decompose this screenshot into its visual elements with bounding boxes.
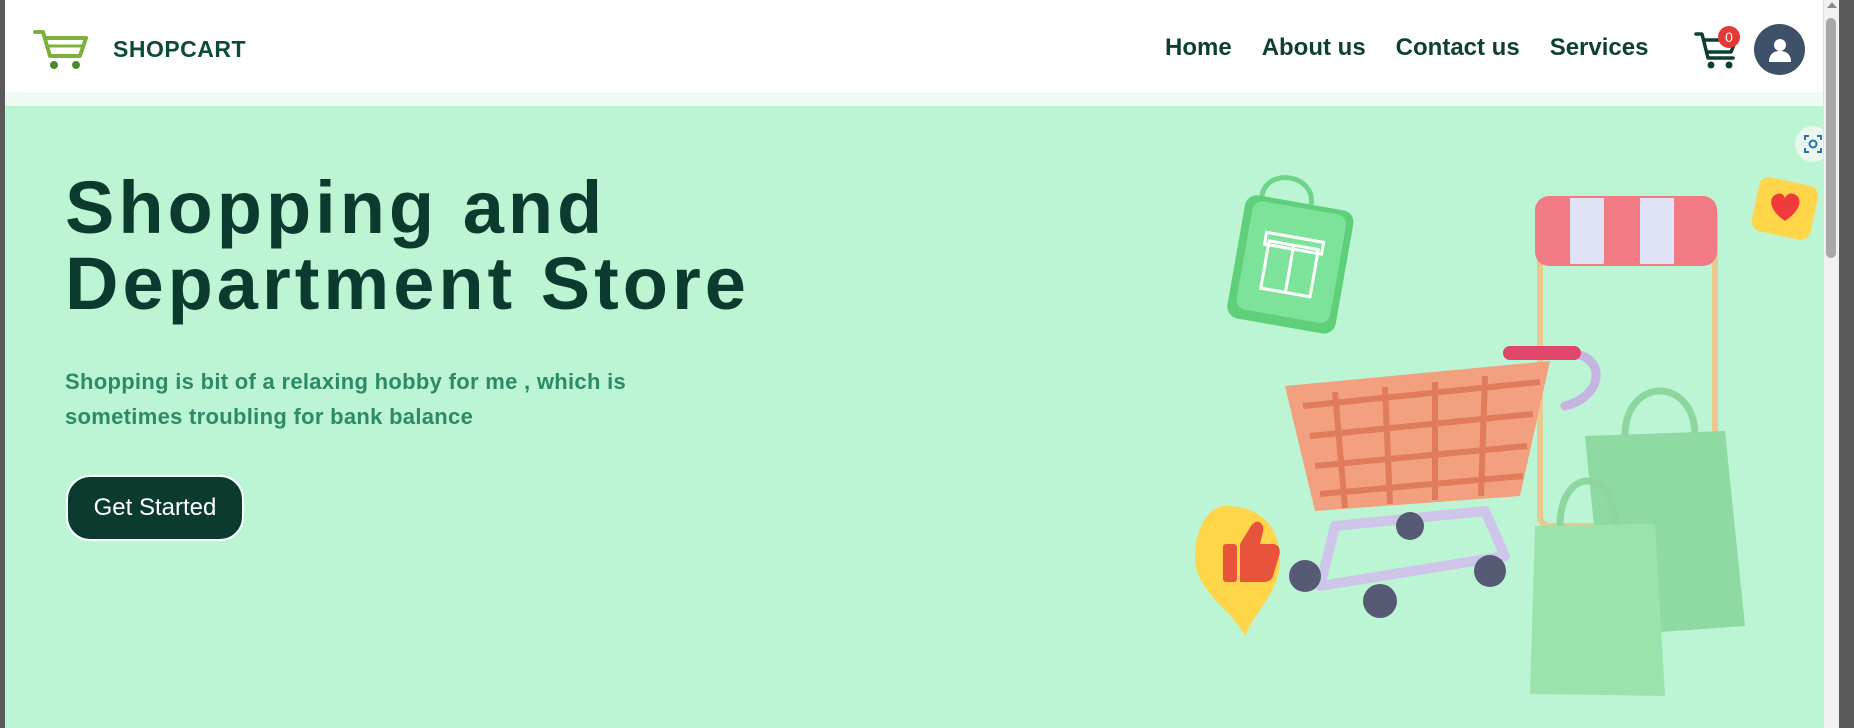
visual-search-icon: [1804, 135, 1822, 153]
nav-link-about-us[interactable]: About us: [1262, 34, 1366, 62]
thumbs-up-bubble-icon: [1195, 506, 1280, 636]
brand-link[interactable]: SHOPCART: [33, 26, 246, 72]
shopping-cart-logo-icon: [33, 30, 88, 69]
cart-count-badge: 0: [1718, 26, 1740, 48]
heart-bubble-icon: [1751, 177, 1819, 240]
get-started-button[interactable]: Get Started: [66, 475, 244, 541]
nav-link-services[interactable]: Services: [1550, 34, 1649, 62]
top-navbar: SHOPCART Home About us Contact us Servic…: [5, 0, 1839, 92]
shopping-illustration: [1195, 175, 1819, 696]
hero-subtitle: Shopping is bit of a relaxing hobby for …: [65, 369, 627, 429]
nav-link-home[interactable]: Home: [1165, 34, 1232, 62]
shopping-bags-icon: [1530, 387, 1745, 696]
page-viewport: SHOPCART Home About us Contact us Servic…: [5, 0, 1839, 728]
gift-bag-icon: [1227, 175, 1354, 334]
user-avatar-button[interactable]: [1754, 24, 1805, 75]
user-icon: [1768, 38, 1791, 62]
scroll-up-arrow-icon[interactable]: [1827, 2, 1837, 8]
hero-section: Shopping and Department Store Shopping i…: [5, 106, 1839, 728]
vertical-scrollbar[interactable]: [1823, 0, 1839, 728]
scrollbar-thumb[interactable]: [1826, 18, 1836, 258]
nav-link-contact-us[interactable]: Contact us: [1396, 34, 1520, 62]
main-nav: Home About us Contact us Services: [1165, 34, 1678, 62]
hero-title: Shopping and Department Store: [65, 166, 750, 325]
cart-button[interactable]: 0: [1693, 24, 1741, 72]
brand-name: SHOPCART: [113, 35, 247, 62]
